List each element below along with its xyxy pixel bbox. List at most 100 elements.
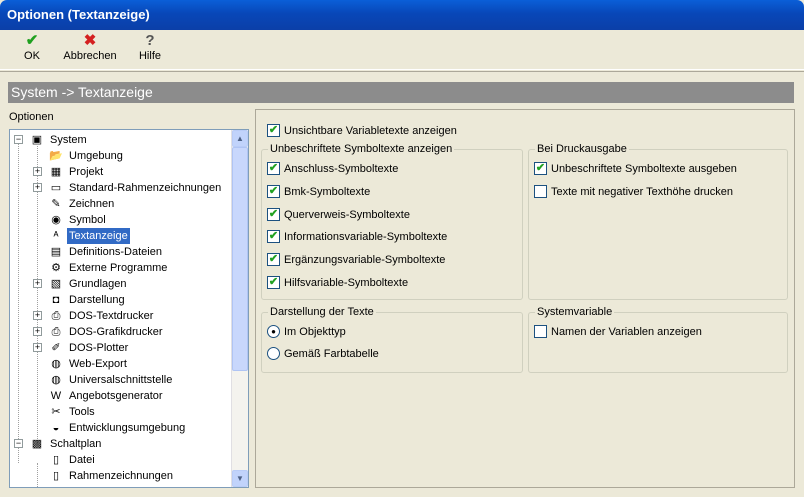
expand-icon[interactable]: + [33, 343, 42, 352]
toolbar-separator [0, 71, 804, 79]
tree-item-label: DOS-Textdrucker [69, 310, 154, 322]
checkbox-label: Anschluss-Symboltexte [284, 163, 399, 175]
help-button[interactable]: ? Hilfe [130, 32, 170, 62]
tree-label: Optionen [9, 111, 54, 123]
checkbox-label: Hilfsvariable-Symboltexte [284, 277, 409, 289]
tree-item-label: Web-Export [69, 358, 127, 370]
tree-item-label: DOS-Plotter [69, 342, 129, 354]
tree-item-label: Definitions-Dateien [69, 246, 162, 258]
tree-item-label: Textanzeige [67, 228, 130, 244]
tree-item-label: Umgebung [69, 150, 123, 162]
cancel-button[interactable]: ✖ Abbrechen [60, 32, 120, 62]
tree-item-label: Entwicklungsumgebung [69, 422, 186, 434]
group-title: Bei Druckausgabe [535, 143, 629, 155]
basics-icon: ▧ [50, 278, 62, 290]
tree-scrollbar[interactable]: ▲ ▼ [231, 130, 248, 487]
radio-button[interactable] [267, 347, 280, 360]
checkbox-box[interactable] [534, 325, 547, 338]
development-icon: ◒ [52, 422, 60, 434]
collapse-icon[interactable]: − [14, 135, 23, 144]
expand-icon[interactable]: + [33, 327, 42, 336]
monitor-icon: ▭ [50, 182, 62, 194]
checkbox-label: Texte mit negativer Texthöhe drucken [551, 186, 734, 198]
printer-icon: ⎙ [51, 310, 61, 322]
scroll-up-button[interactable]: ▲ [232, 130, 248, 147]
project-icon: ▦ [50, 166, 62, 178]
window-title: Optionen (Textanzeige) [7, 7, 150, 22]
printer-icon: ⎙ [51, 326, 61, 338]
tree-item-label: Schaltplan [50, 438, 102, 450]
text-display-group: Darstellung der Texte [261, 306, 523, 373]
word-icon: W [50, 390, 62, 402]
tools-icon: ✂ [51, 406, 61, 418]
checkbox-box[interactable]: ✔ [267, 162, 280, 175]
expand-icon[interactable]: + [33, 311, 42, 320]
globe-icon: ◍ [51, 374, 61, 386]
options-panel: ✔ Unsichtbare Variabletexte anzeigen Unb… [255, 109, 795, 488]
toolbar: ✔ OK ✖ Abbrechen ? Hilfe [0, 30, 804, 70]
checkbox-box[interactable]: ✔ [267, 253, 280, 267]
symbol-icon: ◉ [51, 214, 61, 226]
expand-icon[interactable]: + [33, 279, 42, 288]
scroll-down-button[interactable]: ▼ [232, 470, 248, 487]
tree-item-label: Rahmenzeichnungen [69, 470, 173, 482]
question-mark-icon: ? [145, 32, 155, 49]
checkbox-box[interactable]: ✔ [534, 162, 547, 175]
options-tree[interactable]: − ▣ System 📂 Umgebung + ▦ Projekt + ▭ Standard-Rah… [9, 129, 249, 488]
checkbox-box[interactable]: ✔ [267, 207, 280, 221]
scroll-thumb[interactable] [232, 147, 248, 371]
radio-label: Im Objekttyp [284, 326, 346, 338]
globe-icon: ◍ [51, 358, 61, 370]
tree-item-label: System [50, 134, 87, 146]
expand-icon[interactable]: + [33, 183, 42, 192]
schematic-icon: ▩ [31, 438, 43, 450]
checkbox-box[interactable]: ✔ [267, 230, 280, 244]
checkbox-label: Namen der Variablen anzeigen [551, 326, 702, 338]
pencil-icon: ✎ [51, 198, 61, 210]
tree-item-label: Projekt [69, 166, 104, 178]
group-title: Unbeschriftete Symboltexte anzeigen [268, 143, 455, 155]
help-button-label: Hilfe [138, 50, 161, 62]
tree-guide-line [37, 463, 38, 487]
document-icon: ▯ [52, 470, 60, 482]
tree-item-label: Standard-Rahmenzeichnungen [69, 182, 222, 194]
ok-button-label: OK [24, 50, 40, 62]
tree-item-label: Tools [69, 406, 95, 418]
checkbox-box[interactable]: ✔ [267, 276, 280, 289]
window-titlebar: Optionen (Textanzeige) [0, 0, 804, 30]
tree-item-label: Datei [69, 454, 95, 466]
checkbox-box[interactable] [534, 185, 547, 198]
tree-item-label: Externe Programme [69, 262, 168, 274]
system-icon: ▣ [31, 134, 43, 146]
expand-icon[interactable]: + [33, 167, 42, 176]
collapse-icon[interactable]: − [14, 439, 23, 448]
tree-item-label: Grundlagen [69, 278, 127, 290]
checkbox-box[interactable]: ✔ [267, 124, 280, 137]
ok-button[interactable]: ✔ OK [14, 32, 50, 62]
tree-item-label: DOS-Grafikdrucker [69, 326, 163, 338]
checkbox-label: Informationsvariable-Symboltexte [284, 231, 448, 244]
page-title: System -> Textanzeige [8, 82, 794, 103]
cross-icon: ✖ [83, 32, 97, 49]
checkbox-label: Querverweis-Symboltexte [284, 208, 410, 221]
checkbox-label: Unbeschriftete Symboltexte ausgeben [551, 163, 737, 175]
external-program-icon: ⚙ [51, 262, 61, 274]
checkmark-icon: ✔ [25, 32, 39, 49]
system-variable-group: Systemvariable [528, 306, 788, 373]
plotter-icon: ✐ [51, 342, 61, 354]
tree-guide-line [18, 143, 19, 463]
group-title: Systemvariable [535, 306, 615, 318]
radio-label: Gemäß Farbtabelle [284, 348, 379, 360]
tree-item-label: Darstellung [69, 294, 125, 306]
folder-open-icon: 📂 [49, 150, 63, 162]
display-icon: ◘ [52, 294, 60, 306]
checkbox-label: Unsichtbare Variabletexte anzeigen [284, 125, 457, 137]
tree-item-label: Zeichnen [69, 198, 115, 210]
tree-item-label: Universalschnittstelle [69, 374, 173, 386]
checkbox-box[interactable]: ✔ [267, 184, 280, 198]
tree-content: − ▣ System 📂 Umgebung + ▦ Projekt + ▭ Standard-Rah… [10, 130, 232, 487]
tree-item-label: Symbol [69, 214, 106, 226]
radio-button[interactable]: ● [267, 325, 280, 338]
definition-file-icon: ▤ [50, 246, 62, 258]
checkbox-label: Bmk-Symboltexte [284, 185, 371, 198]
